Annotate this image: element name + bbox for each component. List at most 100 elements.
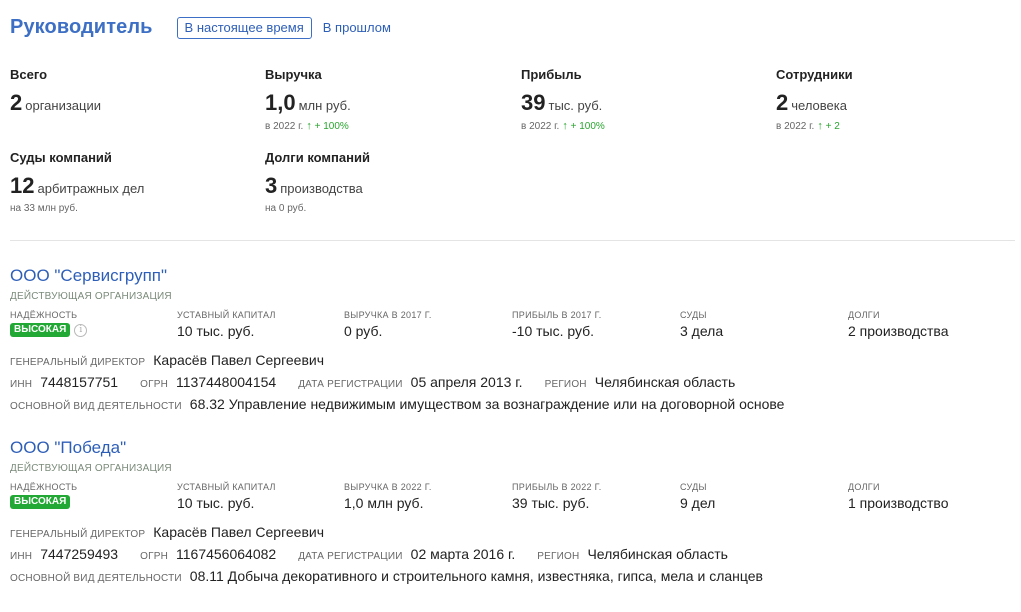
stat-sub: на 33 млн руб. xyxy=(10,203,78,214)
stat-period: в 2022 г. xyxy=(521,121,560,132)
stat-revenue: Выручка 1,0 млн руб. в 2022 г. ↑ + 100% xyxy=(265,67,351,132)
stat-employees: Сотрудники 2 человека в 2022 г. ↑ + 2 xyxy=(776,67,853,132)
org-status: ДЕЙСТВУЮЩАЯ ОРГАНИЗАЦИЯ xyxy=(10,291,172,302)
region-label: Регион xyxy=(537,551,580,562)
revenue-value: 0 руб. xyxy=(344,323,383,339)
debts-value[interactable]: 2 производства xyxy=(848,323,948,339)
stat-unit: тыс. руб. xyxy=(548,98,603,113)
stat-label: Суды компаний xyxy=(10,150,112,165)
regdate-value: 05 апреля 2013 г. xyxy=(410,374,523,390)
region-value: Челябинская область xyxy=(587,546,728,562)
tab-past[interactable]: В прошлом xyxy=(323,20,391,35)
arrow-up-icon: ↑ xyxy=(562,120,568,132)
reliability-label: Надёжность xyxy=(10,482,78,492)
stat-label: Долги компаний xyxy=(265,150,370,165)
inn-label: ИНН xyxy=(10,551,33,562)
tab-current[interactable]: В настоящее время xyxy=(176,16,312,39)
courts-value[interactable]: 9 дел xyxy=(680,495,715,511)
reliability-badge: ВЫСОКАЯ xyxy=(10,495,71,510)
stat-courts: Суды компаний 12 арбитражных дел на 33 мл… xyxy=(10,150,144,214)
stat-sub: на 0 руб. xyxy=(265,203,307,214)
activity-label: Основной вид деятельности xyxy=(10,573,182,584)
activity-value: 68.32 Управление недвижимым имуществом з… xyxy=(189,396,785,412)
org-card: ООО "Победа" ДЕЙСТВУЮЩАЯ ОРГАНИЗАЦИЯ Над… xyxy=(10,438,1010,584)
stat-label: Выручка xyxy=(265,67,322,82)
stat-unit[interactable]: производства xyxy=(280,181,362,196)
stat-label: Всего xyxy=(10,67,48,82)
stat-value: 3 xyxy=(265,173,278,198)
activity-row: Основной вид деятельности 08.11 Добыча д… xyxy=(10,568,1010,584)
stat-label: Прибыль xyxy=(521,67,582,82)
page-title: Руководитель xyxy=(10,16,153,38)
director-row: Генеральный директор Карасёв Павел Серге… xyxy=(10,352,1010,368)
stat-delta: + 100% xyxy=(314,121,349,132)
capital-label: Уставный капитал xyxy=(177,482,276,492)
stat-value: 39 xyxy=(521,90,546,115)
org-metrics: Надёжность ВЫСОКАЯ i Уставный капитал 10 … xyxy=(10,310,1010,344)
director-row: Генеральный директор Карасёв Павел Серге… xyxy=(10,524,1010,540)
org-name-link[interactable]: ООО "Сервисгрупп" xyxy=(10,266,1010,286)
inn-value: 7448157751 xyxy=(40,374,119,390)
courts-label: Суды xyxy=(680,310,707,320)
capital-value: 10 тыс. руб. xyxy=(177,495,255,511)
region-value: Челябинская область xyxy=(594,374,736,390)
org-card: ООО "Сервисгрупп" ДЕЙСТВУЮЩАЯ ОРГАНИЗАЦИ… xyxy=(10,266,1010,412)
director-link[interactable]: Карасёв Павел Сергеевич xyxy=(153,352,324,368)
profit-label: Прибыль в 2017 г. xyxy=(512,310,602,320)
stat-profit: Прибыль 39 тыс. руб. в 2022 г. ↑ + 100% xyxy=(521,67,605,132)
stat-unit: млн руб. xyxy=(298,98,351,113)
revenue-label: Выручка в 2017 г. xyxy=(344,310,432,320)
stat-period: в 2022 г. xyxy=(265,121,304,132)
arrow-up-icon: ↑ xyxy=(817,120,823,132)
org-status: ДЕЙСТВУЮЩАЯ ОРГАНИЗАЦИЯ xyxy=(10,463,172,474)
courts-value[interactable]: 3 дела xyxy=(680,323,723,339)
stat-unit[interactable]: организации xyxy=(25,98,101,113)
activity-row: Основной вид деятельности 68.32 Управлен… xyxy=(10,396,1010,412)
stat-value: 2 xyxy=(10,90,23,115)
director-label: Генеральный директор xyxy=(10,357,146,368)
stat-total: Всего 2 организации xyxy=(10,67,101,116)
stat-label: Сотрудники xyxy=(776,67,853,82)
arrow-up-icon: ↑ xyxy=(306,120,312,132)
director-label: Генеральный директор xyxy=(10,529,146,540)
inn-label: ИНН xyxy=(10,379,33,390)
debts-value[interactable]: 1 производство xyxy=(848,495,948,511)
stat-delta: + 2 xyxy=(825,121,840,132)
ids-row: ИНН 7447259493 ОГРН 1167456064082 Дата р… xyxy=(10,546,1010,562)
profit-label: Прибыль в 2022 г. xyxy=(512,482,602,492)
header: Руководитель В настоящее время В прошлом xyxy=(10,16,391,39)
profit-value: 39 тыс. руб. xyxy=(512,495,590,511)
reliability-badge: ВЫСОКАЯ xyxy=(10,323,71,338)
org-metrics: Надёжность ВЫСОКАЯ Уставный капитал 10 т… xyxy=(10,482,1010,516)
stat-debts: Долги компаний 3 производства на 0 руб. xyxy=(265,150,370,214)
region-label: Регион xyxy=(544,379,587,390)
stat-unit[interactable]: арбитражных дел xyxy=(37,181,144,196)
stat-unit: человека xyxy=(791,98,847,113)
activity-label: Основной вид деятельности xyxy=(10,401,182,412)
inn-value: 7447259493 xyxy=(40,546,119,562)
ogrn-value: 1137448004154 xyxy=(176,374,277,390)
regdate-label: Дата регистрации xyxy=(298,551,403,562)
capital-label: Уставный капитал xyxy=(177,310,276,320)
courts-label: Суды xyxy=(680,482,707,492)
org-name-link[interactable]: ООО "Победа" xyxy=(10,438,1010,458)
revenue-value: 1,0 млн руб. xyxy=(344,495,424,511)
ogrn-label: ОГРН xyxy=(140,379,168,390)
debts-label: Долги xyxy=(848,310,880,320)
regdate-value: 02 марта 2016 г. xyxy=(410,546,516,562)
stat-value: 12 xyxy=(10,173,35,198)
revenue-label: Выручка в 2022 г. xyxy=(344,482,432,492)
info-icon[interactable]: i xyxy=(74,323,88,337)
director-link[interactable]: Карасёв Павел Сергеевич xyxy=(153,524,324,540)
divider xyxy=(10,240,1015,241)
reliability-label: Надёжность xyxy=(10,310,78,320)
stat-period: в 2022 г. xyxy=(776,121,815,132)
capital-value: 10 тыс. руб. xyxy=(177,323,255,339)
activity-value: 08.11 Добыча декоративного и строительно… xyxy=(189,568,763,584)
debts-label: Долги xyxy=(848,482,880,492)
stat-delta: + 100% xyxy=(570,121,605,132)
regdate-label: Дата регистрации xyxy=(298,379,403,390)
profit-value: -10 тыс. руб. xyxy=(512,323,595,339)
ids-row: ИНН 7448157751 ОГРН 1137448004154 Дата р… xyxy=(10,374,1010,390)
ogrn-value: 1167456064082 xyxy=(176,546,277,562)
